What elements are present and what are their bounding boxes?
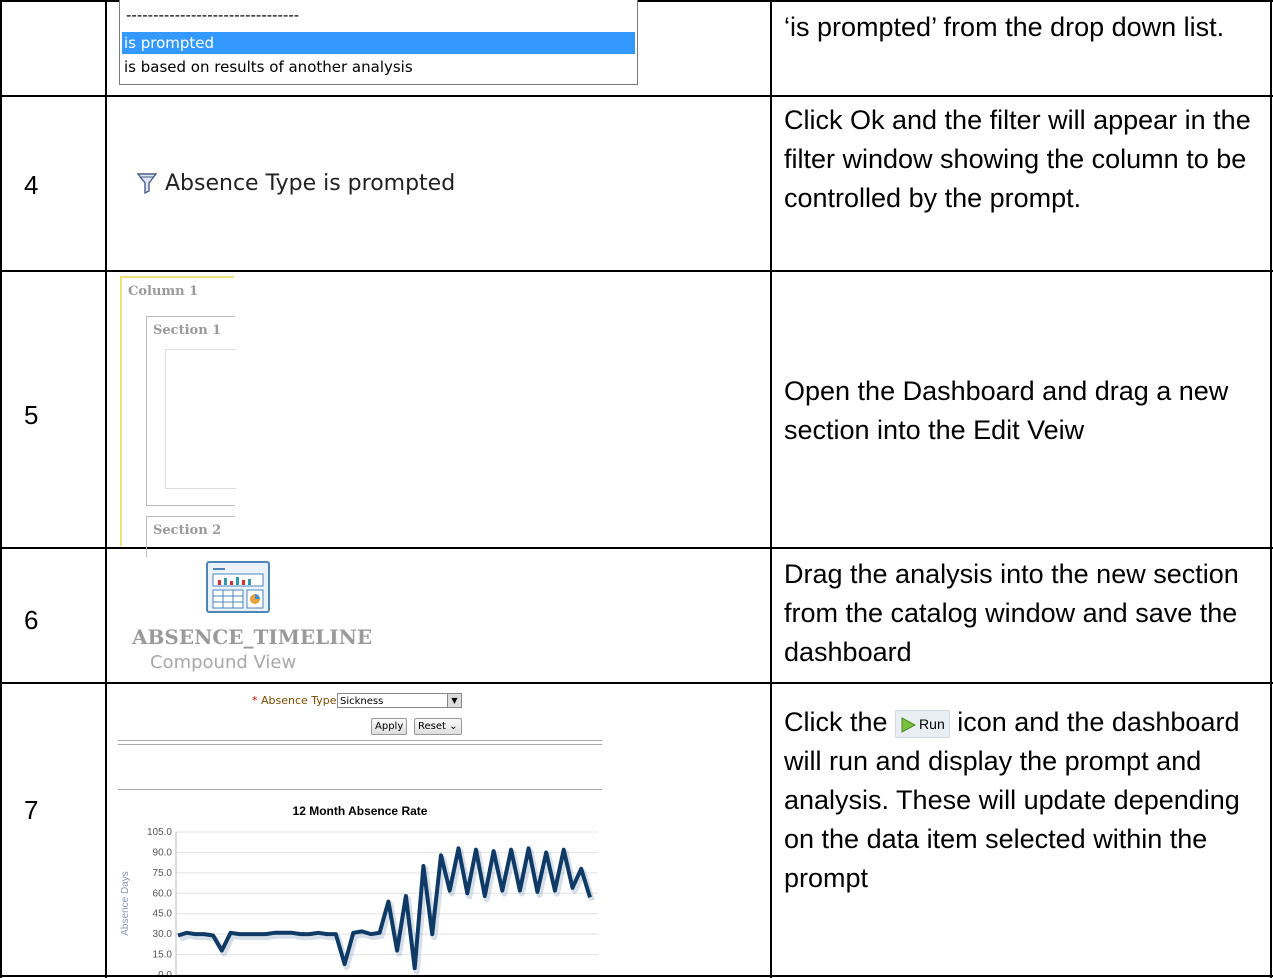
dropdown-list[interactable]: -------------------------------- is prom…	[119, 0, 638, 85]
prompt-label-text: Absence Type	[261, 694, 337, 707]
play-icon	[901, 717, 917, 734]
section-drop-area[interactable]	[165, 349, 236, 489]
line-chart: 105.0 90.0 75.0 60.0 45.0 30.0 15.0 0.0 Absence …	[120, 827, 598, 975]
dropdown-arrow-icon[interactable]: ▼	[447, 694, 461, 707]
layout-column[interactable]: Column 1 Section 1 Section 2	[120, 276, 236, 557]
instruction-text: Click the	[784, 707, 888, 737]
dropdown-separator: --------------------------------	[126, 6, 300, 24]
y-tick-label: 15.0	[153, 950, 173, 961]
row-instruction: Click the Run icon and the dashboard wil…	[784, 703, 1264, 898]
reset-label: Reset	[418, 721, 446, 732]
catalog-item-type: Compound View	[150, 652, 297, 673]
y-tick-label: 105.0	[147, 827, 172, 838]
run-button[interactable]: Run	[895, 709, 950, 738]
section-label: Section 2	[153, 523, 222, 538]
dropdown-option[interactable]: is based on results of another analysis	[124, 56, 413, 78]
column-divider	[105, 0, 107, 978]
row-number: 6	[24, 605, 39, 635]
layout-section-2[interactable]: Section 2	[146, 516, 235, 557]
chart-title: 12 Month Absence Rate	[292, 804, 428, 818]
filter-item: Absence Type is prompted	[137, 166, 455, 200]
row-number: 7	[24, 795, 39, 825]
row-divider	[0, 270, 1273, 272]
row-instruction: Open the Dashboard and drag a new sectio…	[784, 376, 1229, 445]
absence-type-select[interactable]: Sickness ▼	[337, 693, 462, 708]
section-label: Section 1	[153, 323, 222, 338]
divider	[118, 740, 602, 741]
prompt-label: * Absence Type	[252, 694, 337, 707]
divider	[118, 744, 602, 745]
layout-section-1[interactable]: Section 1	[146, 316, 236, 506]
divider	[118, 789, 602, 790]
table-border	[0, 0, 2, 978]
row-instruction: Drag the analysis into the new section f…	[784, 559, 1239, 667]
apply-button[interactable]: Apply	[371, 718, 408, 735]
row-divider	[0, 682, 1273, 684]
row-instruction: ‘is prompted’ from the drop down list.	[784, 12, 1225, 42]
reset-button[interactable]: Reset ⌄	[414, 718, 462, 735]
row-number: 4	[24, 170, 39, 200]
y-tick-label: 0.0	[158, 970, 172, 975]
table-border	[1270, 0, 1272, 978]
y-tick-label: 90.0	[153, 847, 173, 858]
required-marker: *	[252, 694, 258, 707]
y-axis-label: Absence Days	[120, 871, 131, 935]
y-tick-label: 75.0	[153, 868, 173, 879]
row-number: 5	[24, 400, 39, 430]
table-border	[0, 975, 1273, 977]
dropdown-option-selected[interactable]: is prompted	[122, 32, 635, 54]
row-instruction: Click Ok and the filter will appear in t…	[784, 105, 1251, 213]
filter-text: Absence Type is prompted	[165, 170, 456, 196]
run-label: Run	[919, 715, 945, 732]
select-value: Sickness	[340, 696, 384, 707]
column-label: Column 1	[128, 284, 199, 299]
y-tick-label: 30.0	[153, 929, 173, 940]
row-divider	[0, 95, 1273, 97]
instruction-table: -------------------------------- is prom…	[0, 0, 1273, 978]
compound-view-icon[interactable]	[205, 560, 271, 616]
y-tick-label: 45.0	[153, 909, 173, 920]
column-divider	[770, 0, 772, 978]
catalog-item-name[interactable]: ABSENCE_TIMELINE	[132, 625, 372, 649]
funnel-icon	[137, 173, 157, 194]
y-tick-label: 60.0	[153, 888, 173, 899]
